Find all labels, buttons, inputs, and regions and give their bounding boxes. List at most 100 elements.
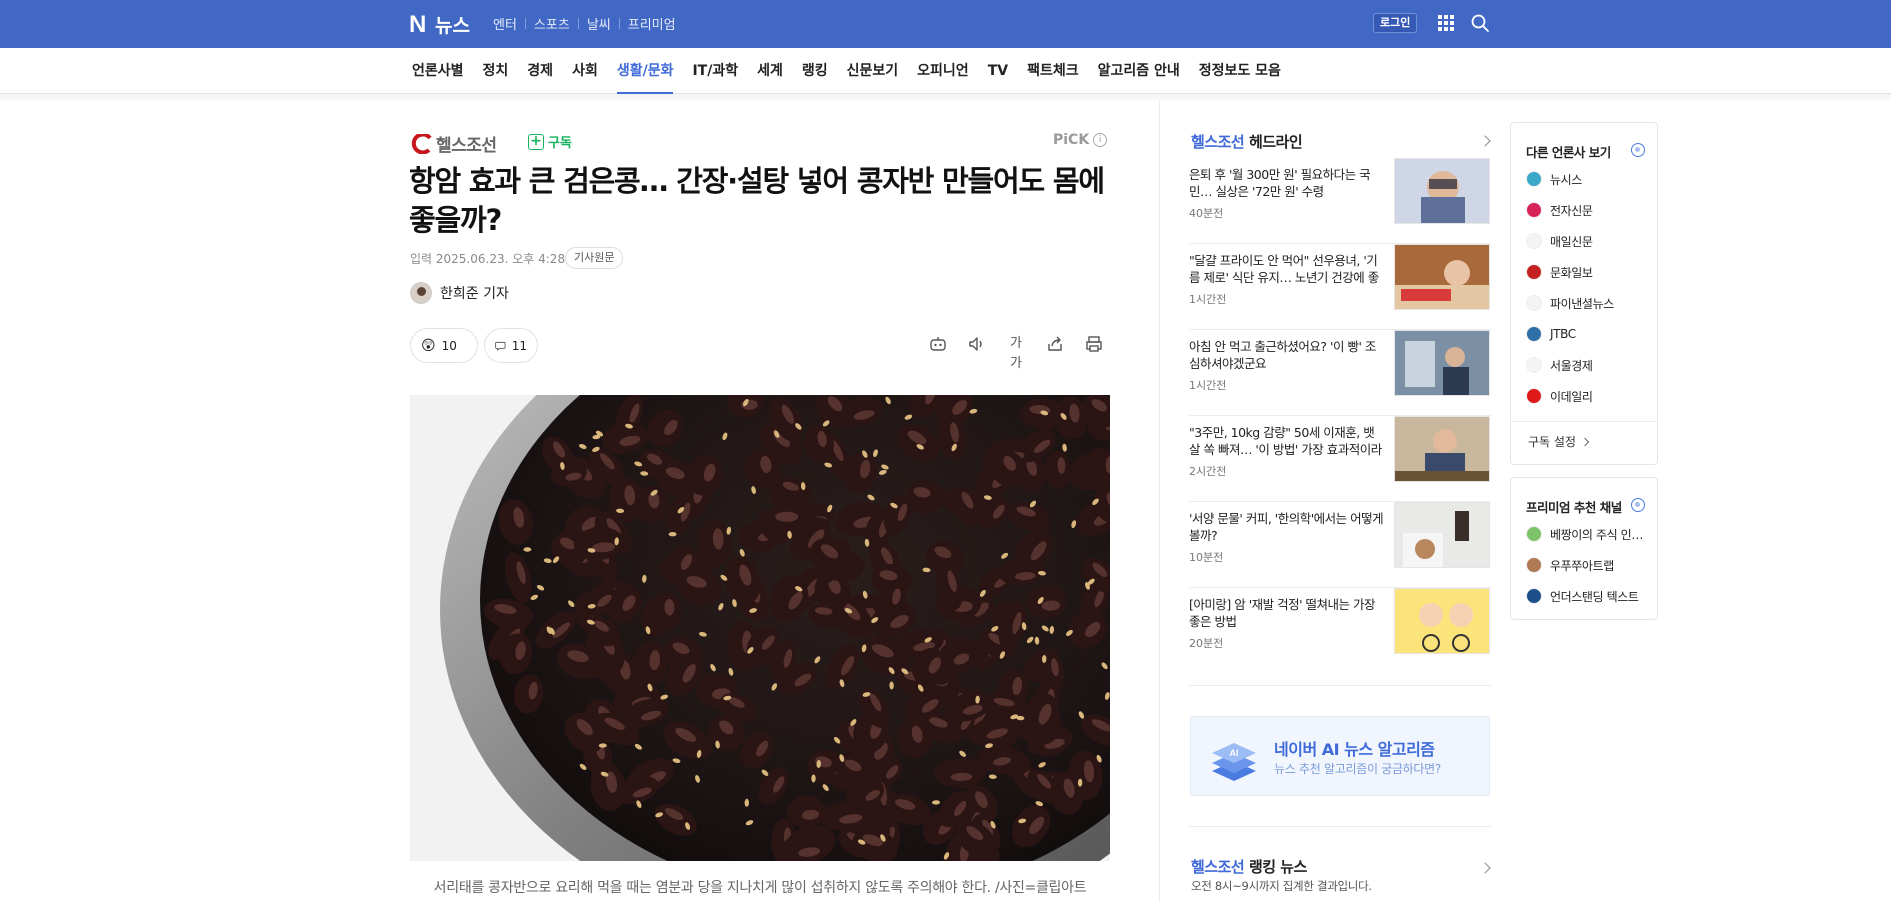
headline-item[interactable]: "3주만, 10kg 감량" 50세 이재훈, 뱃살 쏙 빠져… '이 방법' … xyxy=(1189,416,1491,502)
pick-label: PiCK xyxy=(1053,132,1090,148)
headline-section-title[interactable]: 헬스조선 헤드라인 xyxy=(1191,131,1491,152)
top-nav-premium[interactable]: 프리미엄 xyxy=(628,14,676,33)
refresh-icon[interactable] xyxy=(1631,143,1645,157)
press-name: 헬스조선 xyxy=(436,136,497,156)
press-item[interactable]: 서울경제 xyxy=(1526,356,1593,374)
headline-label: 헤드라인 xyxy=(1248,133,1303,151)
comment-button[interactable]: 11 xyxy=(484,328,538,363)
press-logo-icon xyxy=(1526,357,1542,373)
section-tab[interactable]: 오피니언 xyxy=(917,48,969,94)
reporter[interactable]: 한희준 기자 xyxy=(410,282,509,304)
premium-channels-panel: 프리미엄 추천 채널 베짱이의 주식 인사이트우푸쭈아트랩언더스탠딩 텍스트 xyxy=(1510,477,1658,620)
headline-item[interactable]: 아침 안 먹고 출근하셨어요? '이 빵' 조심하셔야겠군요 1시간전 xyxy=(1189,330,1491,416)
premium-channel-item[interactable]: 언더스탠딩 텍스트 xyxy=(1526,587,1651,605)
info-icon: i xyxy=(1093,133,1108,147)
headline-item[interactable]: 은퇴 후 '월 300만 원' 필요하다는 국민… 실상은 '72만 원' 수령… xyxy=(1189,158,1491,244)
headline-thumbnail[interactable] xyxy=(1394,502,1490,568)
section-tab[interactable]: 세계 xyxy=(757,48,783,94)
apps-grid-icon[interactable] xyxy=(1438,15,1454,31)
headline-title[interactable]: 아침 안 먹고 출근하셨어요? '이 빵' 조심하셔야겠군요 xyxy=(1189,338,1384,372)
healthchosun-logo-icon xyxy=(411,133,432,154)
ai-badge-text: AI xyxy=(1230,748,1239,758)
photo-caption: 서리태를 콩자반으로 요리해 먹을 때는 염분과 당을 지나치게 많이 섭취하지… xyxy=(433,880,1087,896)
logo-text: 뉴스 xyxy=(435,15,470,37)
reporter-avatar xyxy=(410,282,432,304)
press-item[interactable]: 문화일보 xyxy=(1526,263,1593,281)
article-tools: 가가 xyxy=(928,334,1104,371)
section-tab[interactable]: 신문보기 xyxy=(847,48,899,94)
print-icon[interactable] xyxy=(1084,334,1104,354)
headline-item[interactable]: [아미랑] 암 '재발 걱정' 떨쳐내는 가장 좋은 방법 20분전 xyxy=(1189,588,1491,674)
press-item[interactable]: JTBC xyxy=(1526,325,1576,343)
ai-algorithm-banner[interactable]: AI 네이버 AI 뉴스 알고리즘 뉴스 추천 알고리즘이 궁금하다면? xyxy=(1190,716,1490,796)
top-nav-weather[interactable]: 날씨 xyxy=(587,14,611,33)
section-tab[interactable]: 사회 xyxy=(572,48,598,94)
headline-press: 헬스조선 xyxy=(1191,133,1245,151)
headline-thumbnail[interactable] xyxy=(1394,330,1490,396)
headline-item[interactable]: "달걀 프라이도 안 먹어" 선우용녀, '기름 제로' 식단 유지… 노년기 … xyxy=(1189,244,1491,330)
premium-channel-item[interactable]: 베짱이의 주식 인사이트 xyxy=(1526,525,1651,543)
login-button[interactable]: 로그인 xyxy=(1373,13,1418,33)
summary-bot-icon[interactable] xyxy=(928,334,948,354)
headline-title[interactable]: '서양 문물' 커피, '한의학'에서는 어떻게 볼까? xyxy=(1189,510,1384,544)
press-logo[interactable]: 헬스조선 xyxy=(410,131,497,156)
headline-title[interactable]: [아미랑] 암 '재발 걱정' 떨쳐내는 가장 좋은 방법 xyxy=(1189,596,1384,630)
press-item-name: 전자신문 xyxy=(1550,203,1593,218)
section-tab[interactable]: 생활/문화 xyxy=(616,48,673,94)
section-tab[interactable]: 정치 xyxy=(483,48,509,94)
press-item-name: 서울경제 xyxy=(1550,358,1593,373)
divider xyxy=(524,18,526,29)
divider xyxy=(1189,685,1491,686)
chevron-right-icon xyxy=(1580,437,1590,446)
headline-thumbnail[interactable] xyxy=(1394,588,1490,654)
headline-time: 20분전 xyxy=(1189,637,1224,650)
subscribe-label: 구독 xyxy=(548,136,572,151)
other-press-title: 다른 언론사 보기 xyxy=(1526,145,1611,160)
press-logo-icon xyxy=(1526,202,1542,218)
headline-title[interactable]: "달걀 프라이도 안 먹어" 선우용녀, '기름 제로' 식단 유지… 노년기 … xyxy=(1189,252,1384,286)
section-tab[interactable]: 언론사별 xyxy=(412,48,464,94)
section-tab[interactable]: 랭킹 xyxy=(802,48,828,94)
refresh-icon[interactable] xyxy=(1631,498,1645,512)
other-press-panel: 다른 언론사 보기 뉴시스전자신문매일신문문화일보파이낸셜뉴스 JTBC 서울경제이… xyxy=(1510,122,1658,465)
reaction-count: 10 xyxy=(441,338,457,353)
subscribe-button[interactable]: + 구독 xyxy=(528,132,572,151)
section-tab[interactable]: 경제 xyxy=(527,48,553,94)
headline-title[interactable]: 은퇴 후 '월 300만 원' 필요하다는 국민… 실상은 '72만 원' 수령 xyxy=(1189,166,1384,200)
ranking-more-chevron-icon[interactable] xyxy=(1479,862,1491,874)
section-tab[interactable]: 알고리즘 안내 xyxy=(1098,48,1180,94)
premium-channel-item[interactable]: 우푸쭈아트랩 xyxy=(1526,556,1651,574)
share-icon[interactable] xyxy=(1045,334,1065,354)
section-tab[interactable]: TV xyxy=(988,48,1008,94)
section-tab[interactable]: IT/과학 xyxy=(692,48,738,94)
headline-title[interactable]: "3주만, 10kg 감량" 50세 이재훈, 뱃살 쏙 빠져… '이 방법' … xyxy=(1189,424,1384,458)
subscription-settings-link[interactable]: 구독 설정 xyxy=(1528,433,1590,450)
press-item[interactable]: 전자신문 xyxy=(1526,201,1593,219)
press-item[interactable]: 이데일리 xyxy=(1526,387,1593,405)
naver-news-logo[interactable]: N 뉴스 xyxy=(409,11,470,38)
font-size-button[interactable]: 가가 xyxy=(1006,334,1026,371)
speaker-icon[interactable] xyxy=(967,334,987,354)
press-item[interactable]: 파이낸셜뉴스 xyxy=(1526,294,1614,312)
press-item-name: 뉴시스 xyxy=(1550,172,1582,187)
press-item[interactable]: 매일신문 xyxy=(1526,232,1593,250)
original-article-button[interactable]: 기사원문 xyxy=(565,247,624,269)
press-logo-icon xyxy=(1526,295,1542,311)
headline-thumbnail[interactable] xyxy=(1394,416,1490,482)
top-nav-sports[interactable]: 스포츠 xyxy=(534,14,570,33)
reaction-button[interactable]: 😲 10 xyxy=(410,328,478,363)
headline-thumbnail[interactable] xyxy=(1394,158,1490,224)
headline-thumbnail[interactable] xyxy=(1394,244,1490,310)
press-item[interactable]: 뉴시스 xyxy=(1526,170,1582,188)
section-tab[interactable]: 팩트체크 xyxy=(1027,48,1079,94)
headline-item[interactable]: '서양 문물' 커피, '한의학'에서는 어떻게 볼까? 10분전 xyxy=(1189,502,1491,588)
search-icon[interactable] xyxy=(1470,13,1490,33)
channel-name: 언더스탠딩 텍스트 xyxy=(1550,589,1639,604)
ai-banner-title: 네이버 AI 뉴스 알고리즘 xyxy=(1274,740,1435,759)
article-title: 항암 효과 큰 검은콩… 간장·설탕 넣어 콩자반 만들어도 몸에 좋을까? xyxy=(409,164,1105,237)
plus-icon: + xyxy=(528,133,544,150)
top-nav-entertainment[interactable]: 엔터 xyxy=(493,14,517,33)
ranking-section-title[interactable]: 헬스조선 랭킹 뉴스 xyxy=(1191,856,1307,877)
section-tab[interactable]: 정정보도 모음 xyxy=(1199,48,1281,94)
pick-badge[interactable]: PiCK i xyxy=(1053,132,1108,148)
